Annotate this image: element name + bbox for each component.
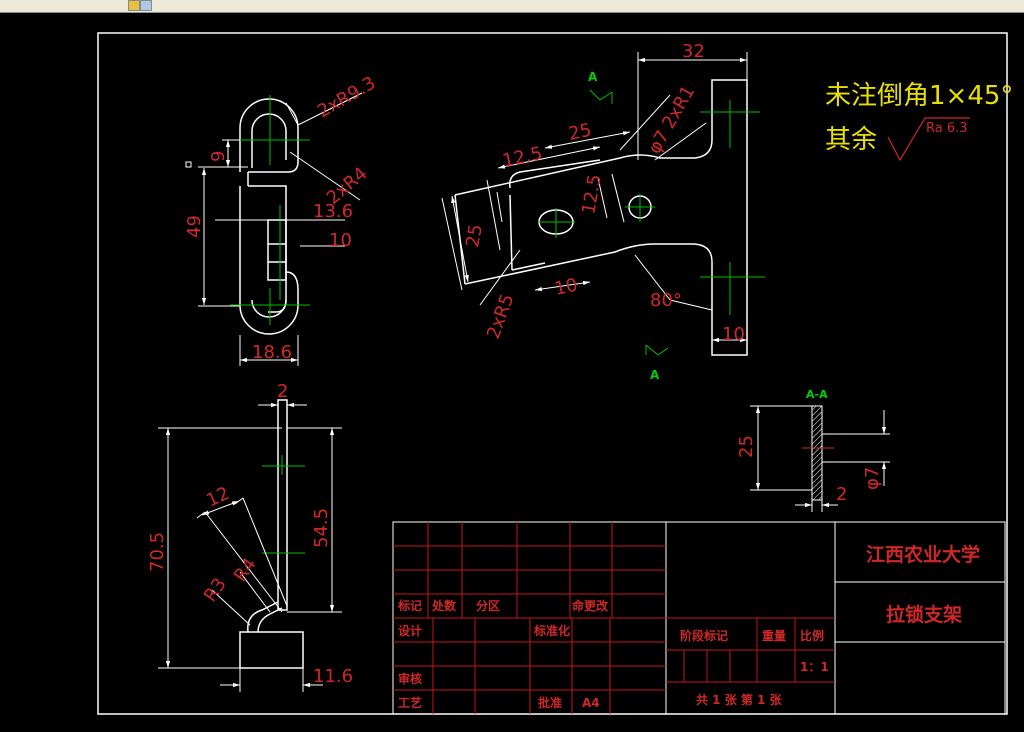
dim-12-5-b: 12.5: [578, 173, 606, 216]
label-doc-no: 命更改: [571, 598, 609, 613]
label-process: 工艺: [398, 695, 422, 710]
label-size: A4: [582, 696, 600, 710]
dim-11-6: 11.6: [313, 666, 353, 687]
dim-12-5-a: 12.5: [501, 143, 545, 172]
dim-r4: R4: [230, 554, 261, 586]
label-count: 处数: [431, 598, 457, 613]
view-a-label-bottom: A: [650, 368, 660, 382]
part-name: 拉锁支架: [886, 603, 962, 626]
dim-2-side: 2: [277, 381, 288, 402]
dim-2-section: 2: [836, 484, 847, 505]
dim-13-6: 13.6: [313, 201, 353, 222]
label-review: 审核: [398, 671, 422, 686]
sheet-count: 共 1 张 第 1 张: [696, 692, 783, 707]
label-approve: 批准: [538, 695, 562, 710]
drawing-sheet: 2xR9.3 2xR4 9 49 13.6 10 18.6 A A 32 2xR…: [97, 32, 1013, 715]
title-block-red-grid: [393, 522, 835, 714]
dim-r3: R3: [200, 574, 231, 606]
view-a-label-top: A: [588, 70, 598, 84]
dim-10-top: 10: [329, 230, 352, 251]
dim-phi7-main: φ7: [644, 127, 674, 158]
label-design: 设计: [398, 623, 422, 638]
dim-80-deg: 80°: [650, 290, 682, 311]
dim-9: 9: [208, 151, 229, 162]
dim-70-5: 70.5: [147, 532, 168, 572]
top-toolbar: [0, 0, 1024, 13]
dim-25-section: 25: [736, 435, 757, 458]
top-view: [239, 98, 299, 335]
section-a-a: [750, 405, 890, 512]
dim-54-5: 54.5: [311, 508, 332, 548]
label-zone: 分区: [476, 598, 500, 613]
dim-12: 12: [203, 483, 233, 512]
dim-25-left: 25: [462, 223, 487, 249]
section-a-a-label: A-A: [806, 388, 828, 401]
dim-10-main: 10: [553, 275, 580, 300]
label-mark: 标记: [397, 598, 422, 613]
scale-value: 1：1: [800, 660, 829, 674]
draw-tool-icon[interactable]: [128, 0, 140, 11]
dim-10-right: 10: [722, 324, 745, 345]
side-view: [239, 399, 304, 669]
dim-phi7-section: φ7: [862, 467, 883, 490]
dim-18-6: 18.6: [252, 342, 292, 363]
dim-32: 32: [682, 41, 705, 62]
roughness-value: Ra 6.3: [926, 121, 968, 136]
label-standard: 标准化: [533, 623, 570, 638]
dim-25-top: 25: [567, 120, 594, 145]
dim-2xr1: 2xR1: [658, 82, 699, 132]
side-view-centerlines: [262, 455, 305, 554]
other-note: 其余: [825, 125, 877, 155]
school-name: 江西农业大学: [866, 543, 980, 566]
label-scale: 比例: [800, 628, 824, 643]
label-weight: 重量: [762, 628, 786, 643]
dim-2xr5: 2xR5: [483, 291, 518, 341]
dim-2xr9-3: 2xR9.3: [314, 73, 379, 123]
chamfer-note: 未注倒角1×45°: [825, 81, 1013, 111]
dim-49: 49: [184, 215, 205, 238]
label-stage-mark: 阶段标记: [680, 628, 728, 643]
layer-icon[interactable]: [140, 0, 152, 11]
cad-canvas[interactable]: 2xR9.3 2xR4 9 49 13.6 10 18.6 A A 32 2xR…: [0, 13, 1024, 728]
